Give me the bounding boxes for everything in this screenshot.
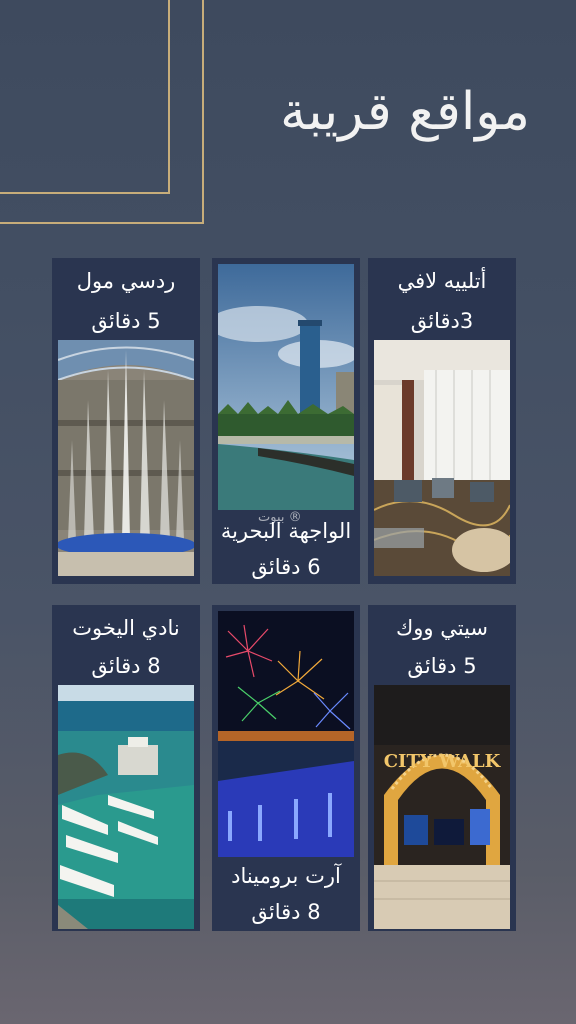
watermark-logo: بيوت ® bbox=[258, 510, 302, 525]
location-card-art-promenade[interactable]: آرت بروميناد 8 دقائق bbox=[212, 605, 360, 931]
location-time: 8 دقائق bbox=[251, 900, 321, 924]
location-card-yacht-club[interactable]: نادي اليخوت 8 دقائق bbox=[52, 605, 200, 931]
location-time: 5 دقائق bbox=[407, 654, 477, 678]
yacht-club-marina-photo bbox=[58, 685, 194, 929]
location-time: 5 دقائق bbox=[91, 309, 161, 333]
page-title: مواقع قريبة bbox=[280, 82, 530, 142]
location-name: أتلييه لافي bbox=[397, 269, 487, 293]
location-name: نادي اليخوت bbox=[72, 616, 180, 640]
svg-text:CITY WALK: CITY WALK bbox=[384, 751, 502, 772]
location-card-waterfront[interactable]: الواجهة البحرية 6 دقائق bbox=[212, 258, 360, 584]
art-promenade-fireworks-photo bbox=[218, 611, 354, 857]
waterfront-photo bbox=[218, 264, 354, 510]
redsea-mall-fountain-photo bbox=[58, 340, 194, 576]
atelier-lobby-photo bbox=[374, 340, 510, 576]
location-time: 3دقائق bbox=[410, 309, 474, 333]
location-name: آرت بروميناد bbox=[231, 864, 341, 888]
location-time: 8 دقائق bbox=[91, 654, 161, 678]
decorative-frame-inner bbox=[0, 0, 170, 194]
location-time: 6 دقائق bbox=[251, 555, 321, 579]
location-name: سيتي ووك bbox=[395, 616, 489, 640]
location-card-city-walk[interactable]: سيتي ووك 5 دقائق CITY WALK bbox=[368, 605, 516, 931]
location-name: ردسي مول bbox=[76, 269, 176, 293]
location-card-redsea-mall[interactable]: ردسي مول 5 دقائق bbox=[52, 258, 200, 584]
location-card-atelier[interactable]: أتلييه لافي 3دقائق bbox=[368, 258, 516, 584]
city-walk-arch-photo: CITY WALK bbox=[374, 685, 510, 929]
